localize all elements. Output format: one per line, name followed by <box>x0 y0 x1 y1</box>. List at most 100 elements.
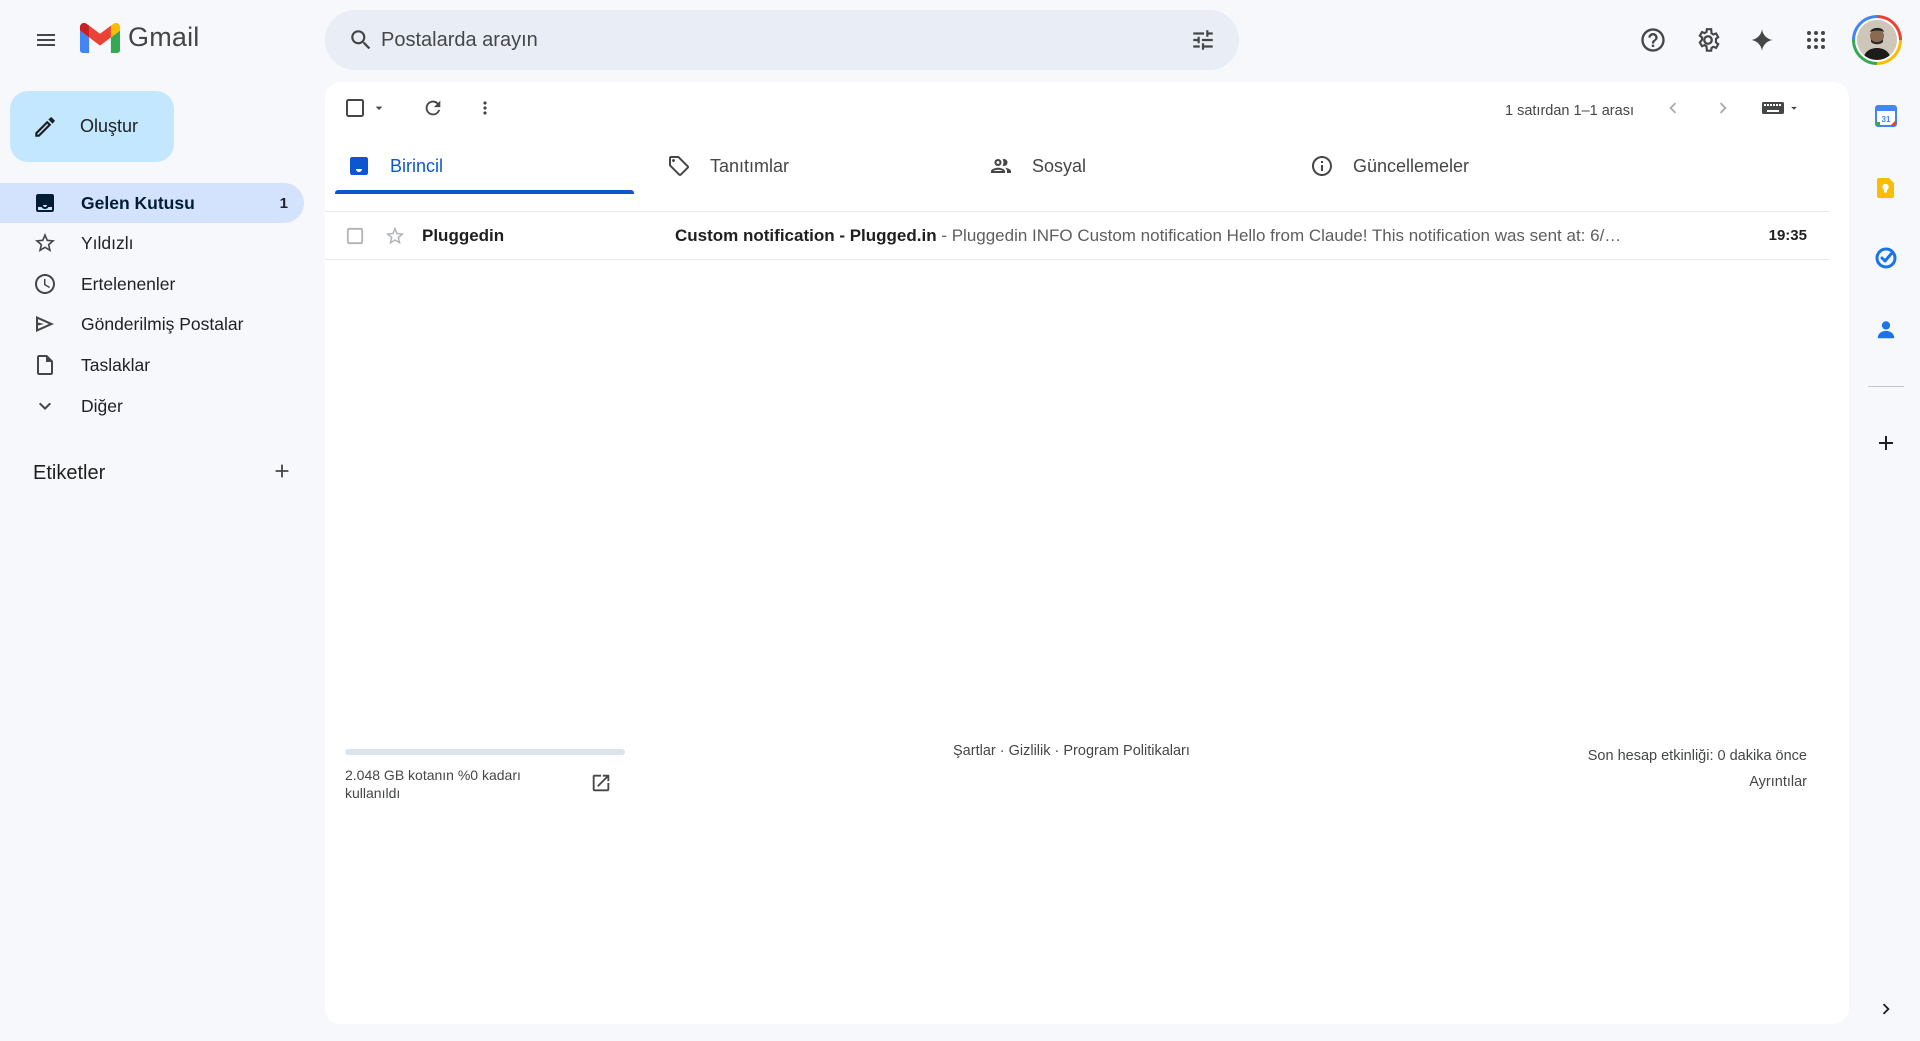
gemini-button[interactable] <box>1738 16 1786 64</box>
email-time: 19:35 <box>1768 227 1807 244</box>
caret-down-icon <box>1791 106 1797 110</box>
activity-details-link[interactable]: Ayrıntılar <box>1588 769 1807 795</box>
chevron-right-icon <box>1882 1003 1890 1015</box>
plus-icon <box>1879 436 1893 450</box>
info-icon <box>1312 156 1332 176</box>
caret-down-icon <box>375 106 383 110</box>
apps-grid-icon <box>1807 31 1825 49</box>
email-sender: Pluggedin <box>422 226 505 245</box>
newer-page-button[interactable] <box>1657 92 1689 124</box>
hamburger-menu-icon <box>37 34 55 46</box>
sidebar-item-label: Gönderilmiş Postalar <box>81 313 244 334</box>
checkbox-icon <box>346 227 364 245</box>
avatar-frame <box>1855 18 1899 62</box>
sidebar-item-label: Gelen Kutusu <box>81 192 195 213</box>
tag-icon <box>669 156 689 176</box>
tab-label: Tanıtımlar <box>710 155 790 176</box>
tasks-icon <box>1875 247 1897 269</box>
checkbox-icon <box>346 99 364 117</box>
tab-promotions[interactable]: Tanıtımlar <box>655 138 955 194</box>
gear-icon <box>1698 28 1720 52</box>
main-panel: 1 satırdan 1–1 arası Birincil Tanıtımlar… <box>325 82 1849 1024</box>
chevron-right-icon <box>1719 102 1727 114</box>
storage-usage-text: 2.048 GB kotanın %0 kadarı kullanıldı <box>345 767 521 801</box>
row-star-button[interactable] <box>383 224 407 248</box>
account-activity: Son hesap etkinliği: 0 dakika önce Ayrın… <box>1588 743 1807 795</box>
sidebar-item-drafts[interactable]: Taslaklar <box>0 345 304 385</box>
rail-divider <box>1868 386 1904 387</box>
keep-icon <box>1877 178 1894 198</box>
svg-text:31: 31 <box>1882 115 1891 124</box>
inbox-icon <box>350 157 368 175</box>
chevron-left-icon <box>1669 102 1677 114</box>
pencil-icon <box>35 116 55 137</box>
compose-button[interactable]: Oluştur <box>10 91 174 162</box>
email-subject-line: Custom notification - Plugged.in - Plugg… <box>675 226 1675 246</box>
tab-updates[interactable]: Güncellemeler <box>1298 138 1598 194</box>
account-avatar[interactable] <box>1852 15 1902 65</box>
search-bar <box>325 10 1239 70</box>
google-apps-button[interactable] <box>1792 16 1840 64</box>
settings-button[interactable] <box>1684 16 1732 64</box>
select-all-checkbox[interactable] <box>343 96 367 120</box>
sidebar-item-more[interactable]: Diğer <box>0 386 304 426</box>
search-input[interactable] <box>381 10 1141 70</box>
refresh-icon <box>425 100 441 116</box>
program-policies-link[interactable]: Program Politikaları <box>1063 743 1190 759</box>
search-options-button[interactable] <box>1179 16 1227 64</box>
select-options-dropdown[interactable] <box>369 98 389 118</box>
support-button[interactable] <box>1629 16 1677 64</box>
people-icon <box>991 159 1011 173</box>
older-page-button[interactable] <box>1707 92 1739 124</box>
contacts-icon <box>1877 321 1895 339</box>
open-in-new-icon <box>592 774 610 792</box>
create-label-button[interactable] <box>262 451 302 491</box>
tasks-app-button[interactable] <box>1866 238 1906 278</box>
gmail-wordmark: Gmail <box>128 22 200 52</box>
calendar-icon: 31 <box>1875 105 1897 127</box>
unread-count-badge: 1 <box>279 194 288 212</box>
more-actions-button[interactable] <box>467 90 503 126</box>
tab-social[interactable]: Sosyal <box>977 138 1277 194</box>
sparkle-icon <box>1751 29 1773 51</box>
sidebar-item-label: Diğer <box>81 395 123 416</box>
privacy-link[interactable]: Gizlilik <box>1009 743 1051 759</box>
terms-link[interactable]: Şartlar <box>953 743 996 759</box>
footer-links: Şartlar · Gizlilik · Program Politikalar… <box>953 743 1190 759</box>
tab-label: Sosyal <box>1032 155 1087 176</box>
gmail-m-icon <box>80 22 120 53</box>
tune-icon <box>1193 30 1213 50</box>
search-button[interactable] <box>337 16 385 64</box>
tab-label: Birincil <box>390 155 444 176</box>
footer-separator: · <box>995 743 1009 759</box>
clock-icon <box>35 274 55 294</box>
refresh-button[interactable] <box>415 90 451 126</box>
search-icon <box>351 30 371 50</box>
compose-label: Oluştur <box>80 116 139 136</box>
footer-separator: · <box>1050 743 1064 759</box>
avatar-image <box>1857 20 1897 60</box>
labels-heading: Etiketler <box>33 462 106 484</box>
sidebar-item-sent[interactable]: Gönderilmiş Postalar <box>0 304 304 344</box>
contacts-app-button[interactable] <box>1866 310 1906 350</box>
send-icon <box>36 316 54 332</box>
manage-storage-link[interactable] <box>589 771 613 795</box>
sidebar-item-starred[interactable]: Yıldızlı <box>0 223 304 263</box>
main-menu-button[interactable] <box>22 16 70 64</box>
get-addons-button[interactable] <box>1866 423 1906 463</box>
show-side-panel-button[interactable] <box>1866 989 1906 1029</box>
row-checkbox[interactable] <box>345 226 365 246</box>
tab-label: Güncellemeler <box>1353 155 1470 176</box>
email-row[interactable]: Pluggedin Custom notification - Plugged.… <box>325 212 1829 260</box>
more-vert-icon <box>483 101 487 115</box>
calendar-app-button[interactable]: 31 <box>1866 96 1906 136</box>
star-outline-icon <box>385 226 405 245</box>
gmail-logo[interactable]: Gmail <box>80 22 200 53</box>
storage-usage-bar <box>345 749 625 755</box>
sidebar-item-label: Yıldızlı <box>81 232 134 253</box>
tab-primary[interactable]: Birincil <box>335 138 634 194</box>
input-tools-button[interactable] <box>1757 92 1805 124</box>
sidebar-item-inbox[interactable]: Gelen Kutusu 1 <box>0 183 304 223</box>
sidebar-item-snoozed[interactable]: Ertelenenler <box>0 264 304 304</box>
keep-app-button[interactable] <box>1866 168 1906 208</box>
